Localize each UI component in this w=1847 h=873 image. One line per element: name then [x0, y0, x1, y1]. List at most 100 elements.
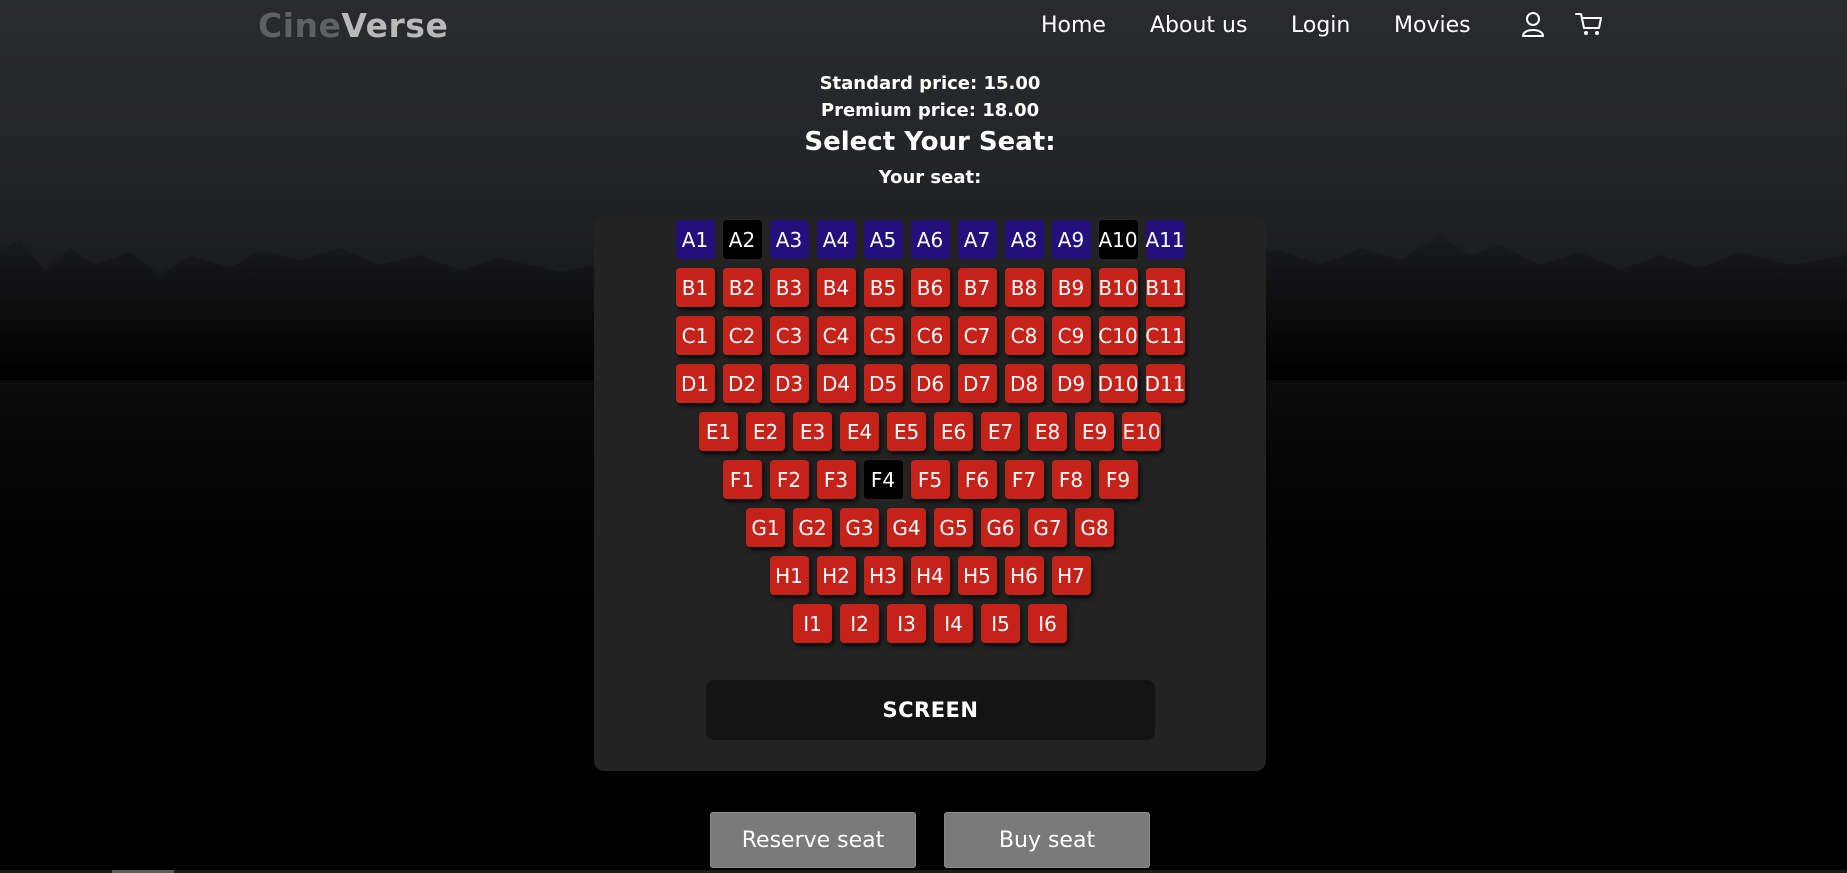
seat-d6[interactable]: D6	[910, 364, 950, 403]
seat-f9[interactable]: F9	[1098, 460, 1138, 499]
seat-e2[interactable]: E2	[746, 412, 785, 451]
seat-a10: A10	[1098, 220, 1138, 259]
seat-d2[interactable]: D2	[722, 364, 762, 403]
seat-b8[interactable]: B8	[1004, 268, 1044, 307]
seat-h4[interactable]: H4	[910, 556, 950, 595]
seat-c5[interactable]: C5	[863, 316, 903, 355]
seat-i6[interactable]: I6	[1028, 604, 1067, 643]
seat-d10[interactable]: D10	[1098, 364, 1138, 403]
standard-price: Standard price: 15.00	[819, 73, 1041, 94]
seat-map-panel: I1 I2 I3 I4 I5 I6 H1 H2 H3 H4 H5 H6 H7 G1 G2 G3 G4 G5 G6 G7…	[594, 216, 1266, 771]
seat-d5[interactable]: D5	[863, 364, 903, 403]
seat-g6[interactable]: G6	[981, 508, 1020, 547]
seat-c6[interactable]: C6	[910, 316, 950, 355]
nav-home[interactable]: Home	[1041, 13, 1106, 38]
seat-f4: F4	[863, 460, 903, 499]
seat-h5[interactable]: H5	[957, 556, 997, 595]
seat-a7[interactable]: A7	[957, 220, 997, 259]
seat-i3[interactable]: I3	[887, 604, 926, 643]
seat-e3[interactable]: E3	[793, 412, 832, 451]
seat-d4[interactable]: D4	[816, 364, 856, 403]
seat-f8[interactable]: F8	[1051, 460, 1091, 499]
buy-seat-button[interactable]: Buy seat	[944, 812, 1150, 868]
seat-h3[interactable]: H3	[863, 556, 903, 595]
seat-b9[interactable]: B9	[1051, 268, 1091, 307]
seat-e8[interactable]: E8	[1028, 412, 1067, 451]
seat-g7[interactable]: G7	[1028, 508, 1067, 547]
seat-b7[interactable]: B7	[957, 268, 997, 307]
seat-b6[interactable]: B6	[910, 268, 950, 307]
seat-h7[interactable]: H7	[1051, 556, 1091, 595]
page-title: Select Your Seat:	[804, 127, 1056, 157]
seat-d11[interactable]: D11	[1145, 364, 1185, 403]
seat-row-f: F1 F2 F3 F4 F5 F6 F7 F8 F9	[594, 460, 1266, 499]
seat-a2: A2	[722, 220, 762, 259]
seat-e1[interactable]: E1	[699, 412, 738, 451]
seat-e6[interactable]: E6	[934, 412, 973, 451]
seat-g5[interactable]: G5	[934, 508, 973, 547]
seat-row-g: G1 G2 G3 G4 G5 G6 G7 G8	[594, 508, 1266, 547]
seat-a6[interactable]: A6	[910, 220, 950, 259]
seat-c4[interactable]: C4	[816, 316, 856, 355]
reserve-seat-button[interactable]: Reserve seat	[710, 812, 916, 868]
seat-b1[interactable]: B1	[675, 268, 715, 307]
seat-a9[interactable]: A9	[1051, 220, 1091, 259]
seat-a1[interactable]: A1	[675, 220, 715, 259]
seat-d7[interactable]: D7	[957, 364, 997, 403]
nav-movies[interactable]: Movies	[1394, 13, 1471, 38]
seat-f5[interactable]: F5	[910, 460, 950, 499]
seat-g2[interactable]: G2	[793, 508, 832, 547]
screen-indicator: SCREEN	[706, 680, 1155, 740]
seat-e9[interactable]: E9	[1075, 412, 1114, 451]
seat-i2[interactable]: I2	[840, 604, 879, 643]
seat-c2[interactable]: C2	[722, 316, 762, 355]
seat-i5[interactable]: I5	[981, 604, 1020, 643]
seat-b2[interactable]: B2	[722, 268, 762, 307]
seat-a4[interactable]: A4	[816, 220, 856, 259]
seat-e10[interactable]: E10	[1122, 412, 1161, 451]
nav-login[interactable]: Login	[1291, 13, 1350, 38]
seat-c7[interactable]: C7	[957, 316, 997, 355]
seat-a5[interactable]: A5	[863, 220, 903, 259]
seat-a11[interactable]: A11	[1145, 220, 1185, 259]
brand-logo[interactable]: CineVerse	[258, 6, 448, 45]
seat-f3[interactable]: F3	[816, 460, 856, 499]
seat-b11[interactable]: B11	[1145, 268, 1185, 307]
cart-icon[interactable]	[1574, 9, 1604, 39]
seat-b10[interactable]: B10	[1098, 268, 1138, 307]
seat-d8[interactable]: D8	[1004, 364, 1044, 403]
seat-c1[interactable]: C1	[675, 316, 715, 355]
seat-f6[interactable]: F6	[957, 460, 997, 499]
seat-c11[interactable]: C11	[1145, 316, 1185, 355]
seat-b3[interactable]: B3	[769, 268, 809, 307]
user-icon[interactable]	[1518, 9, 1548, 39]
seat-g3[interactable]: G3	[840, 508, 879, 547]
seat-a3[interactable]: A3	[769, 220, 809, 259]
seat-row-a: A1 A2 A3 A4 A5 A6 A7 A8 A9 A10 A11	[594, 220, 1266, 259]
seat-g8[interactable]: G8	[1075, 508, 1114, 547]
seat-h2[interactable]: H2	[816, 556, 856, 595]
seat-i4[interactable]: I4	[934, 604, 973, 643]
seat-b4[interactable]: B4	[816, 268, 856, 307]
seat-g1[interactable]: G1	[746, 508, 785, 547]
seat-a8[interactable]: A8	[1004, 220, 1044, 259]
seat-f2[interactable]: F2	[769, 460, 809, 499]
seat-c3[interactable]: C3	[769, 316, 809, 355]
seat-f7[interactable]: F7	[1004, 460, 1044, 499]
nav-about-us[interactable]: About us	[1150, 13, 1247, 38]
seat-h1[interactable]: H1	[769, 556, 809, 595]
seat-c9[interactable]: C9	[1051, 316, 1091, 355]
seat-e4[interactable]: E4	[840, 412, 879, 451]
seat-e7[interactable]: E7	[981, 412, 1020, 451]
seat-f1[interactable]: F1	[722, 460, 762, 499]
seat-b5[interactable]: B5	[863, 268, 903, 307]
seat-h6[interactable]: H6	[1004, 556, 1044, 595]
seat-d1[interactable]: D1	[675, 364, 715, 403]
seat-c8[interactable]: C8	[1004, 316, 1044, 355]
seat-g4[interactable]: G4	[887, 508, 926, 547]
seat-d3[interactable]: D3	[769, 364, 809, 403]
seat-c10[interactable]: C10	[1098, 316, 1138, 355]
seat-d9[interactable]: D9	[1051, 364, 1091, 403]
seat-i1[interactable]: I1	[793, 604, 832, 643]
seat-e5[interactable]: E5	[887, 412, 926, 451]
